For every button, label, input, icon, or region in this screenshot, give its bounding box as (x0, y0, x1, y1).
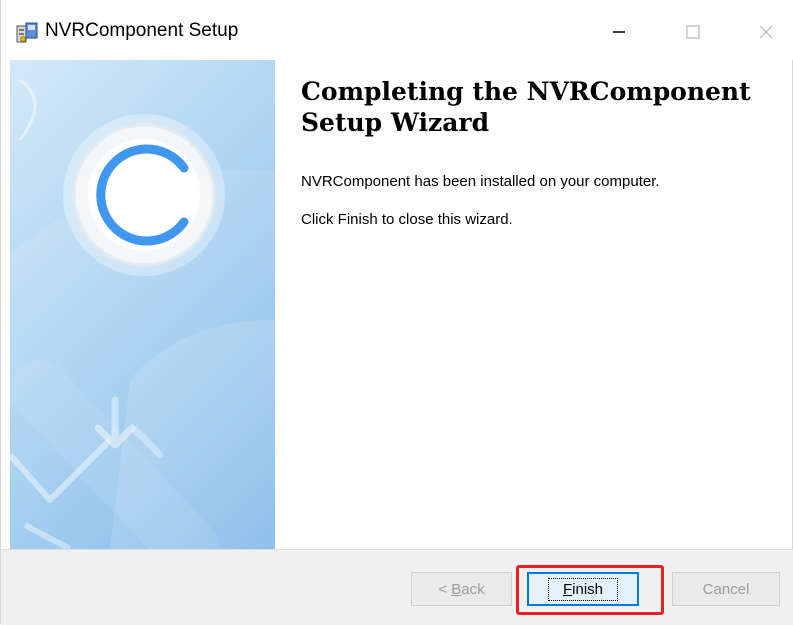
back-label-prefix: < (438, 580, 452, 598)
window-title: NVRComponent Setup (45, 20, 239, 41)
banner-graphic (10, 78, 275, 549)
minimize-icon[interactable] (599, 14, 639, 50)
setup-window: NVRComponent Setup Completing the NVRCom… (0, 0, 793, 625)
installed-message: NVRComponent has been installed on your … (301, 173, 660, 190)
close-instruction: Click Finish to close this wizard. (301, 211, 513, 228)
cancel-button[interactable]: Cancel (672, 572, 780, 606)
back-button[interactable]: < Back (411, 572, 512, 606)
page-title: Completing the NVRComponent Setup Wizard (301, 77, 751, 137)
finish-highlight-box (516, 565, 664, 615)
wizard-side-banner (10, 60, 275, 549)
close-icon[interactable] (746, 14, 786, 50)
back-label-rest: ack (461, 580, 485, 598)
installer-icon (16, 22, 38, 43)
maximize-icon[interactable] (673, 14, 713, 50)
title-bar[interactable]: NVRComponent Setup (1, 0, 793, 60)
installer-logo-icon (63, 114, 225, 276)
back-accel: B (451, 580, 462, 598)
